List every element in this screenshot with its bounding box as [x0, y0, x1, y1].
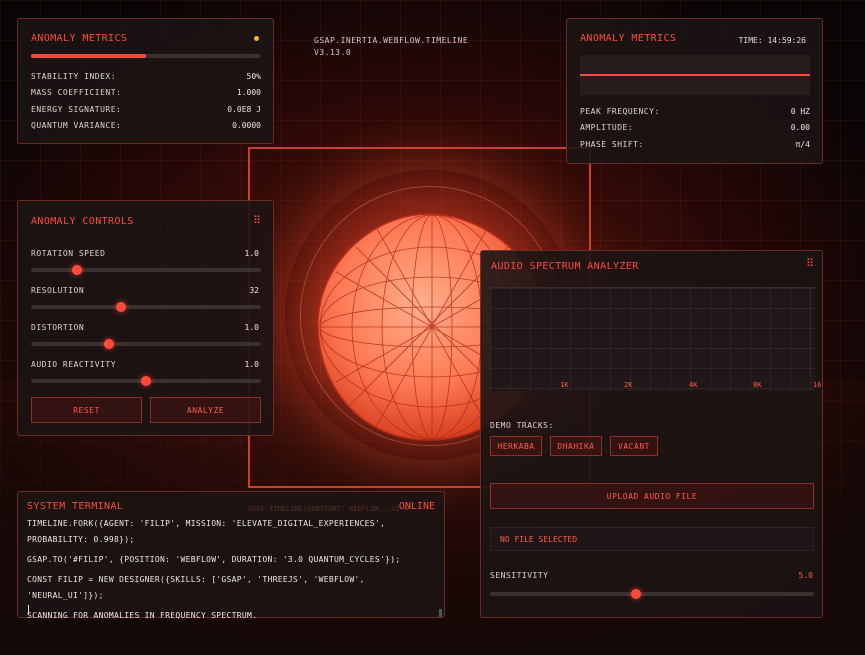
waveform-panel: ANOMALY METRICS TIME: 14:59:26 PEAK FREQ… — [566, 18, 823, 164]
stability-progress-track — [31, 54, 261, 58]
metric-row: QUANTUM VARIANCE: 0.0000 — [31, 118, 261, 135]
controls-panel: ANOMALY CONTROLS ⠿ ROTATION SPEED 1.0 RESO… — [17, 200, 274, 436]
terminal-status: ONLINE — [398, 501, 435, 512]
drag-handle-icon[interactable]: ⠿ — [253, 214, 261, 227]
terminal-line: CONST FILIP = NEW DESIGNER({SKILLS: ['GS… — [27, 575, 365, 600]
status-dot — [254, 36, 259, 41]
wave-stat-row: AMPLITUDE: 0.00 — [580, 120, 810, 137]
slider-track[interactable] — [31, 305, 261, 309]
terminal-ghost-text: GSAP.TIMELINE({ONSTART: WEBFLOW...X2.ANI… — [248, 505, 408, 513]
slider-track[interactable] — [31, 268, 261, 272]
track-button-dhahika[interactable]: DHAHIKA — [550, 436, 602, 456]
library-version: GSAP.INERTIA.WEBFLOW.TIMELINE V3.13.0 — [314, 35, 468, 59]
metric-value: 0.0000 — [232, 121, 261, 131]
metrics-panel: ANOMALY METRICS STABILITY INDEX: 50% MASS… — [17, 18, 274, 144]
sensitivity-slider-thumb[interactable] — [630, 589, 641, 599]
slider-label: DISTORTION — [31, 323, 85, 332]
metric-value: 1.000 — [236, 88, 261, 98]
terminal-output: TIMELINE.FORK({AGENT: 'FILIP', MISSION: … — [27, 516, 432, 624]
drag-handle-icon[interactable]: ⠿ — [806, 257, 814, 270]
metrics-list: STABILITY INDEX: 50% MASS COEFFICIENT: 1.0… — [31, 68, 261, 134]
library-name: GSAP.INERTIA.WEBFLOW.TIMELINE — [314, 36, 469, 45]
sensitivity-label: SENSITIVITY — [490, 571, 549, 580]
metric-value: 50% — [246, 71, 261, 81]
waveform-stats: PEAK FREQUENCY: 0 HZ AMPLITUDE: 0.00 PHASE… — [580, 103, 810, 153]
metric-label: MASS COEFFICIENT: — [31, 88, 122, 98]
wave-stat-label: AMPLITUDE: — [580, 123, 634, 133]
frequency-tick-label: 2K — [624, 381, 633, 389]
wave-stat-value: 0.00 — [790, 123, 810, 133]
slider-label: AUDIO REACTIVITY — [31, 360, 117, 369]
metric-label: QUANTUM VARIANCE: — [31, 121, 122, 131]
metric-label: STABILITY INDEX: — [31, 71, 117, 81]
metric-row: STABILITY INDEX: 50% — [31, 68, 261, 85]
reset-button[interactable]: RESET — [31, 397, 142, 423]
slider-value: 1.0 — [244, 323, 259, 332]
frequency-tick-label: 16 — [813, 381, 822, 389]
metrics-panel-title: ANOMALY METRICS — [31, 33, 128, 44]
slider-label: RESOLUTION — [31, 286, 85, 295]
frequency-tick-label: 8K — [753, 381, 762, 389]
track-button-herkaba[interactable]: HERKABA — [490, 436, 542, 456]
metric-value: 0.0E8 J — [227, 104, 261, 114]
sensitivity-slider-track[interactable] — [490, 592, 814, 596]
wave-stat-row: PHASE SHIFT: π/4 — [580, 136, 810, 153]
upload-audio-button[interactable]: UPLOAD AUDIO FILE — [490, 483, 814, 509]
slider-value: 1.0 — [244, 360, 259, 369]
file-status: NO FILE SELECTED — [490, 527, 814, 551]
terminal-line: TIMELINE.FORK({AGENT: 'FILIP', MISSION: … — [27, 519, 386, 528]
terminal-scrollbar[interactable] — [439, 609, 442, 617]
slider-label: ROTATION SPEED — [31, 249, 106, 258]
frequency-tick-label: 4K — [689, 381, 698, 389]
analyzer-panel-title: AUDIO SPECTRUM ANALYZER — [491, 261, 639, 272]
wave-stat-label: PHASE SHIFT: — [580, 139, 644, 149]
waveform-panel-title: ANOMALY METRICS — [580, 33, 677, 44]
demo-tracks-label: DEMO TRACKS: — [490, 421, 554, 430]
metric-row: ENERGY SIGNATURE: 0.0E8 J — [31, 101, 261, 118]
stability-progress-fill — [31, 54, 146, 58]
metric-label: ENERGY SIGNATURE: — [31, 104, 122, 114]
analyzer-panel: AUDIO SPECTRUM ANALYZER ⠿ 1K 2K 4K 8K 16 DEM… — [480, 250, 823, 618]
wave-stat-row: PEAK FREQUENCY: 0 HZ — [580, 103, 810, 120]
wave-stat-value: 0 HZ — [790, 106, 810, 116]
spectrum-display: 1K 2K 4K 8K 16 — [490, 287, 821, 391]
wave-stat-value: π/4 — [795, 139, 810, 149]
slider-value: 1.0 — [244, 249, 259, 258]
slider-thumb[interactable] — [104, 339, 115, 349]
metric-row: MASS COEFFICIENT: 1.000 — [31, 85, 261, 102]
slider-thumb[interactable] — [72, 265, 82, 275]
frequency-tick-label: 1K — [560, 381, 569, 389]
terminal-line: GSAP.TO('#FILIP', {POSITION: 'WEBFLOW', … — [27, 555, 401, 564]
terminal-title: SYSTEM TERMINAL — [27, 501, 124, 512]
track-button-vacant[interactable]: VACANT — [610, 436, 658, 456]
slider-thumb[interactable] — [115, 302, 126, 312]
controls-panel-title: ANOMALY CONTROLS — [31, 216, 134, 227]
waveform-display — [580, 55, 810, 95]
library-version-number: V3.13.0 — [314, 48, 352, 57]
slider-thumb[interactable] — [141, 376, 151, 386]
slider-track[interactable] — [31, 342, 261, 346]
sensitivity-value: 5.0 — [798, 571, 813, 580]
terminal-panel: SYSTEM TERMINAL GSAP.TIMELINE({ONSTART: … — [17, 491, 445, 620]
terminal-line: SCANNING FOR ANOMALIES IN FREQUENCY SPEC… — [27, 611, 258, 620]
clock-readout: TIME: 14:59:26 — [738, 36, 806, 45]
slider-value: 32 — [249, 286, 259, 295]
wave-stat-label: PEAK FREQUENCY: — [580, 106, 660, 116]
terminal-line: PROBABILITY: 0.998}); — [27, 535, 135, 544]
analyze-button[interactable]: ANALYZE — [150, 397, 261, 423]
waveform-line — [580, 74, 810, 76]
terminal-cursor — [28, 605, 29, 614]
